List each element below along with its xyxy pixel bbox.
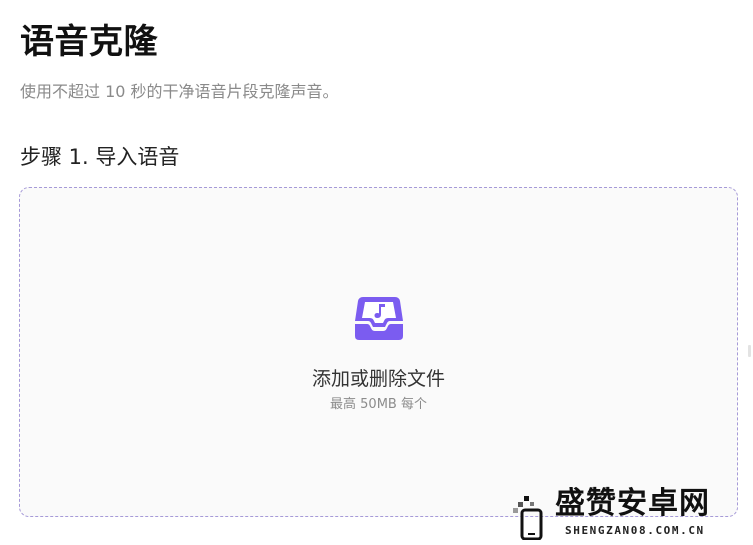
audio-inbox-icon: [355, 297, 403, 340]
scroll-edge-indicator: [748, 345, 751, 357]
dropzone-label: 添加或删除文件: [311, 368, 445, 390]
file-dropzone[interactable]: 添加或删除文件 最高 50MB 每个: [19, 187, 738, 517]
page-subtitle: 使用不超过 10 秒的干净语音片段克隆声音。: [20, 82, 339, 101]
phone-logo-icon: [513, 496, 543, 540]
watermark-domain: SHENGZAN08.COM.CN: [565, 524, 705, 537]
voice-clone-page: 语音克隆 使用不超过 10 秒的干净语音片段克隆声音。 步骤 1. 导入语音 添…: [0, 0, 753, 545]
watermark-logo: 盛赞安卓网 SHENGZAN08.COM.CN: [503, 484, 749, 542]
dropzone-size-hint: 最高 50MB 每个: [330, 397, 427, 412]
watermark-text: 盛赞安卓网: [555, 486, 710, 521]
step-1-title: 步骤 1. 导入语音: [20, 145, 180, 169]
page-title: 语音克隆: [20, 22, 158, 62]
